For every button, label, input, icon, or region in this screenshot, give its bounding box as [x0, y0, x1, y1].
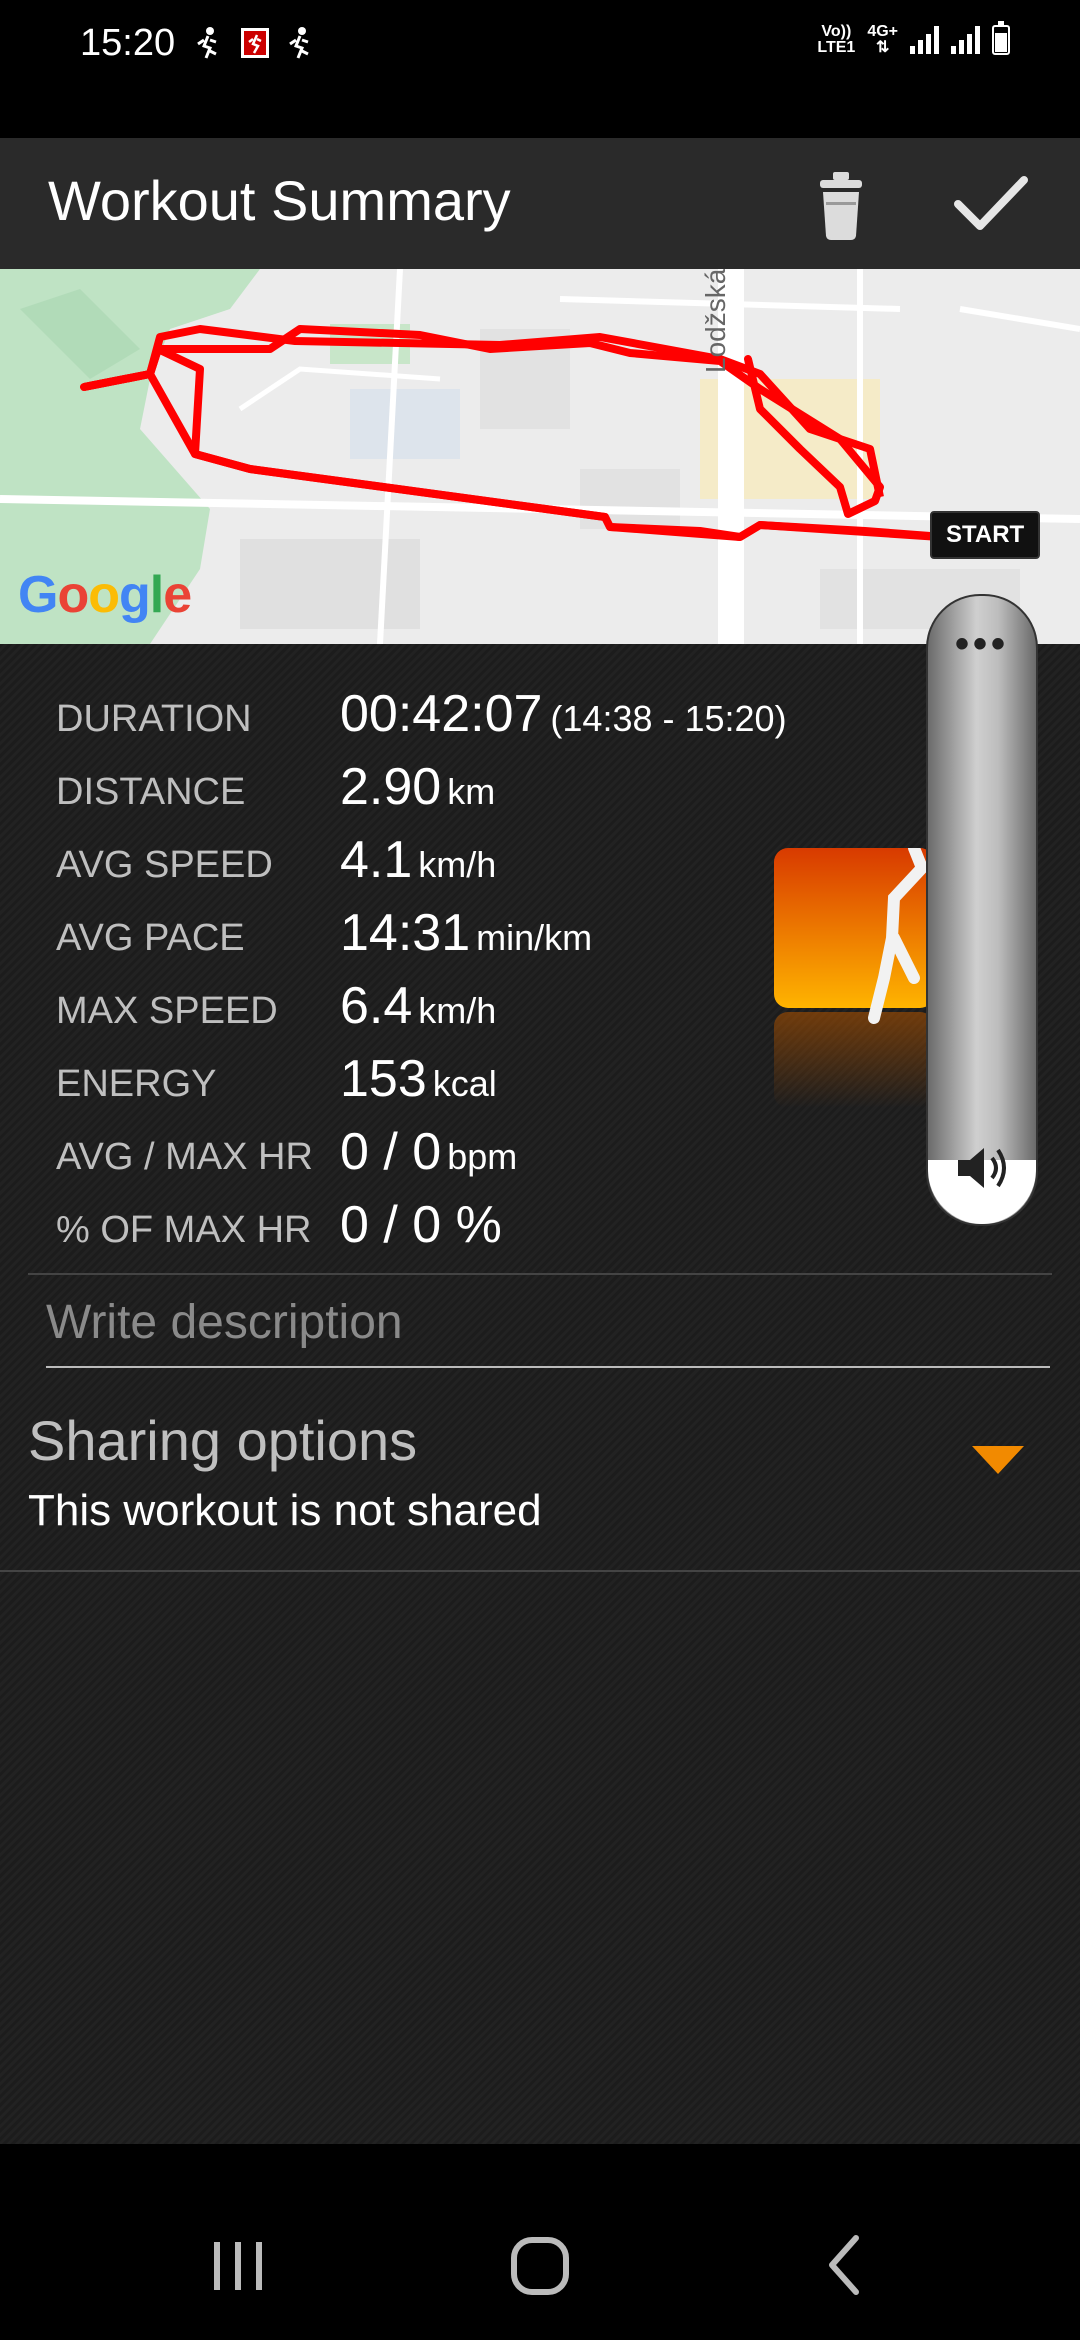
stat-row-distance: DISTANCE 2.90 km — [56, 757, 495, 817]
stat-row-avg-speed: AVG SPEED 4.1 km/h — [56, 830, 496, 890]
confirm-button[interactable] — [940, 158, 1040, 248]
network-label: Vo)) LTE1 — [817, 24, 855, 56]
street-label: Lodžská — [700, 269, 731, 373]
stat-label: MAX SPEED — [56, 990, 278, 1032]
stat-unit: kcal — [432, 1063, 497, 1104]
start-badge: START — [930, 511, 1041, 559]
stat-row-pct-max-hr: % OF MAX HR 0 / 0 % — [56, 1195, 502, 1255]
stat-label: DISTANCE — [56, 771, 246, 813]
stat-value: 153 — [340, 1050, 427, 1108]
stat-row-max-speed: MAX SPEED 6.4 km/h — [56, 976, 496, 1036]
stat-row-avg-pace: AVG PACE 14:31 min/km — [56, 903, 592, 963]
signal-icon — [951, 26, 980, 54]
stat-unit: km/h — [418, 844, 497, 885]
description-input[interactable]: Write description — [46, 1278, 1050, 1368]
battery-icon — [992, 21, 1010, 55]
volume-icon[interactable] — [950, 1138, 1014, 1198]
chevron-down-icon[interactable] — [972, 1446, 1024, 1476]
description-underline — [46, 1366, 1050, 1368]
more-icon[interactable]: ••• — [928, 622, 1036, 667]
walk-notification-icon — [286, 26, 316, 60]
sharing-title: Sharing options — [28, 1409, 418, 1472]
google-logo: Google — [18, 566, 192, 624]
walk-notification-icon — [194, 26, 224, 60]
screen: 15:20 Vo)) LTE1 4G+ ⇅ Workout Summary Lo… — [0, 0, 1080, 2340]
delete-button[interactable] — [796, 158, 886, 248]
stat-value: 6.4 — [340, 977, 413, 1035]
stat-value: 4.1 — [340, 831, 413, 889]
system-nav-bar — [0, 2144, 1080, 2340]
status-time: 15:20 — [80, 22, 176, 64]
network-label-bottom: LTE1 — [817, 39, 856, 56]
stat-value: 2.90 — [340, 758, 442, 816]
stat-value: 14:31 — [340, 904, 471, 962]
signal-icon — [910, 26, 939, 54]
route-map[interactable]: Lodžská Google START — [0, 269, 1080, 644]
notification-icons — [194, 26, 316, 60]
stat-row-avg-max-hr: AVG / MAX HR 0 / 0 bpm — [56, 1122, 517, 1182]
runner-app-icon — [240, 26, 270, 60]
stat-value: 0 / 0 — [340, 1123, 442, 1181]
stat-label: AVG SPEED — [56, 844, 273, 886]
divider — [28, 1273, 1052, 1275]
network-gen: 4G+ ⇅ — [867, 24, 898, 56]
page-title: Workout Summary — [48, 169, 511, 232]
sharing-status: This workout is not shared — [28, 1486, 542, 1535]
check-icon — [954, 176, 1028, 230]
stat-unit: min/km — [476, 917, 593, 958]
stat-row-duration: DURATION 00:42:07 (14:38 - 15:20) — [56, 684, 787, 744]
stat-label: AVG PACE — [56, 917, 245, 959]
network-label-top: Vo)) — [821, 23, 852, 40]
trash-icon — [820, 172, 862, 240]
stat-unit: km — [447, 771, 496, 812]
stat-label: ENERGY — [56, 1063, 217, 1105]
stat-unit: km/h — [418, 990, 497, 1031]
back-icon[interactable] — [820, 2232, 870, 2298]
network-gen-label: 4G+ — [867, 23, 898, 40]
stat-label: AVG / MAX HR — [56, 1136, 313, 1178]
data-arrows-icon: ⇅ — [875, 39, 890, 56]
status-right: Vo)) LTE1 4G+ ⇅ — [817, 21, 1010, 56]
sport-type-graphic[interactable] — [774, 848, 934, 1108]
stat-time-range: (14:38 - 15:20) — [550, 698, 787, 739]
app-bar: Workout Summary — [0, 138, 1080, 269]
status-bar: 15:20 Vo)) LTE1 4G+ ⇅ — [0, 0, 1080, 138]
sharing-options[interactable]: Sharing options This workout is not shar… — [0, 1374, 1080, 1535]
stat-label: DURATION — [56, 698, 252, 740]
floating-side-panel[interactable]: ••• — [926, 594, 1038, 1226]
workout-stats: DURATION 00:42:07 (14:38 - 15:20) DISTAN… — [0, 644, 1080, 2144]
stat-unit: bpm — [447, 1136, 518, 1177]
home-icon[interactable] — [508, 2234, 572, 2298]
recent-apps-icon[interactable] — [208, 2238, 268, 2294]
stat-row-energy: ENERGY 153 kcal — [56, 1049, 497, 1109]
stat-value: 00:42:07 — [340, 685, 543, 743]
divider — [0, 1570, 1080, 1572]
stat-value: 0 / 0 % — [340, 1196, 502, 1254]
stat-label: % OF MAX HR — [56, 1209, 312, 1251]
